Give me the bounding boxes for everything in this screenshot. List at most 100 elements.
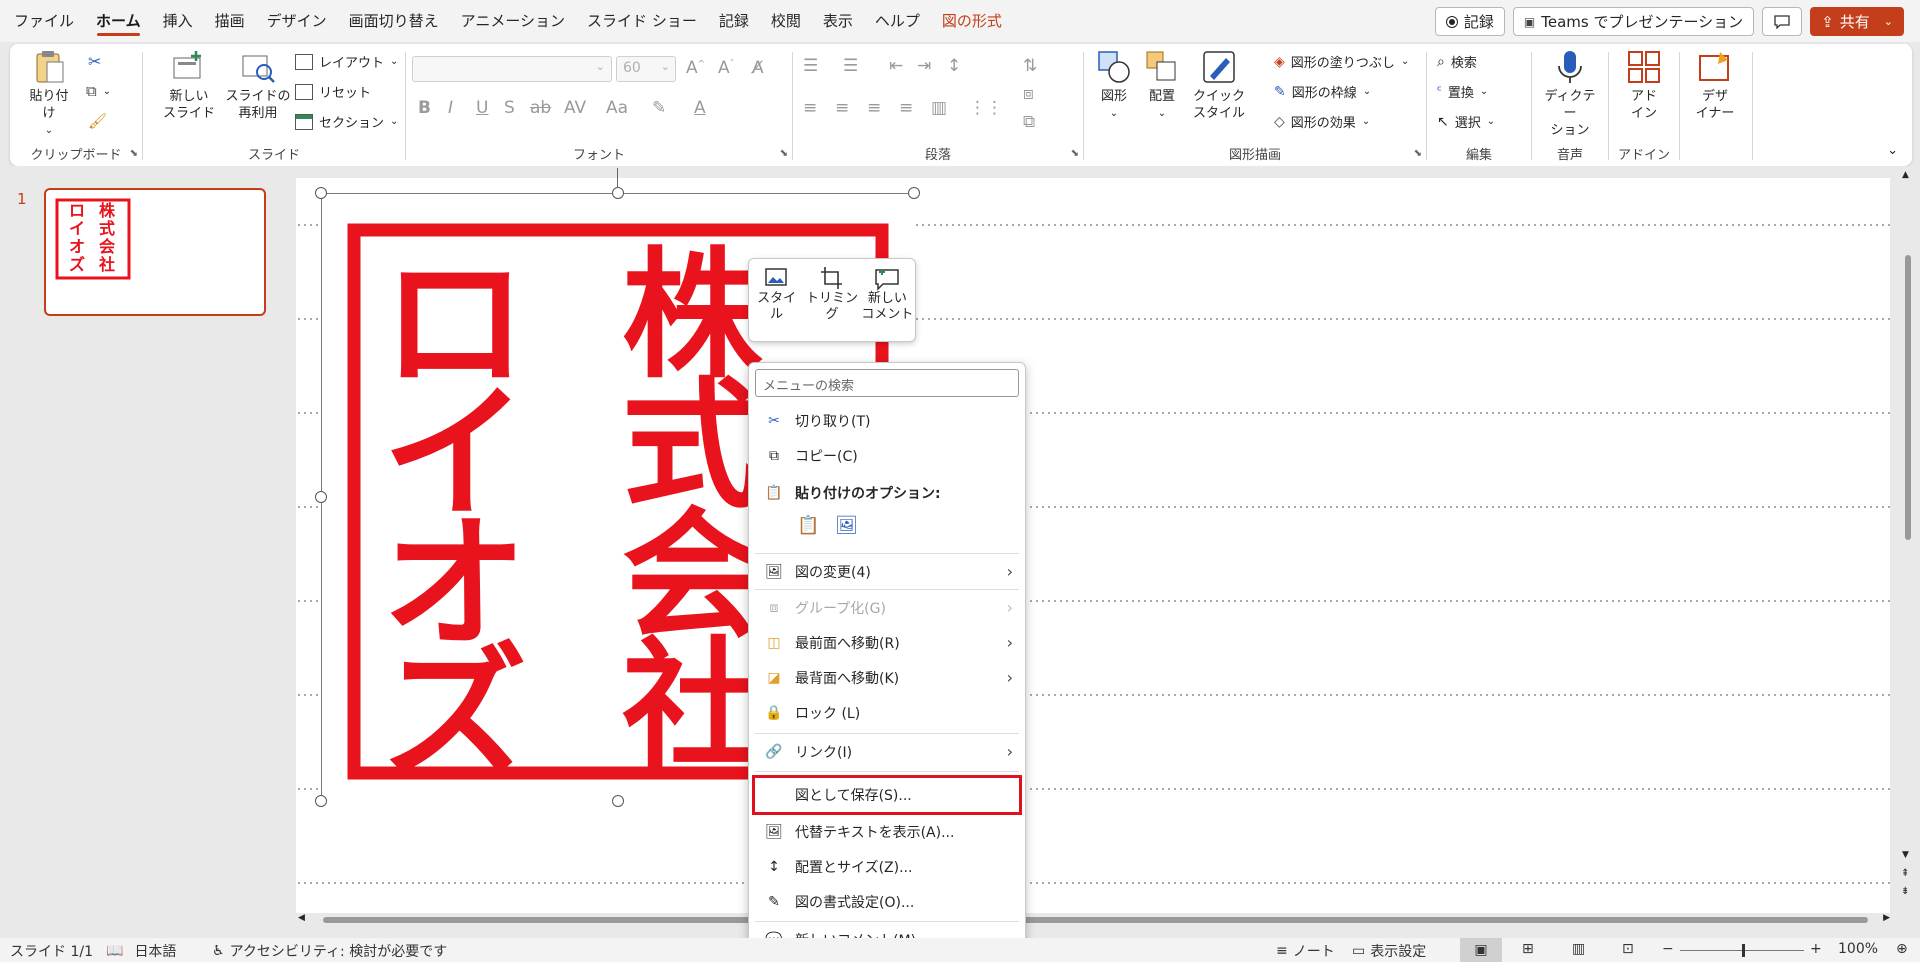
menu-search-input[interactable]: メニューの検索 <box>755 369 1019 397</box>
horizontal-scroll-thumb[interactable] <box>323 917 1868 923</box>
new-comment-mini-button[interactable]: 新しい コメント <box>860 259 915 341</box>
decrease-indent-button[interactable]: ⇤ <box>889 56 903 76</box>
menu-item-lock[interactable]: 🔒 ロック (L) <box>749 696 1025 729</box>
tab-slideshow[interactable]: スライド ショー <box>576 0 708 42</box>
menu-item-send-to-back[interactable]: ◪ 最背面へ移動(K) › <box>749 661 1025 694</box>
font-color-button[interactable]: A <box>694 98 706 118</box>
picture-style-button[interactable]: スタイ ル <box>749 259 804 341</box>
paste-option-picture-icon[interactable]: 🖼 <box>835 515 858 536</box>
designer-button[interactable]: デザ イナー <box>1690 48 1740 122</box>
menu-item-size-position[interactable]: ↕ 配置とサイズ(Z)... <box>749 850 1025 883</box>
rotate-handle-stem[interactable] <box>617 168 618 188</box>
underline-button[interactable]: U <box>476 98 488 118</box>
tab-review[interactable]: 校閲 <box>760 0 812 42</box>
horizontal-scrollbar[interactable]: ◀ ▶ <box>298 912 1890 928</box>
tab-picture-format[interactable]: 図の形式 <box>931 0 1013 42</box>
change-case-button[interactable]: Aa <box>606 98 628 118</box>
slide-thumbnail[interactable]: ロ イ オ ズ 株 式 会 社 <box>44 188 266 316</box>
new-slide-button[interactable]: 新しい スライド <box>161 48 217 122</box>
language-indicator[interactable]: 📖 日本語 <box>106 941 176 961</box>
grow-font-button[interactable]: A^ <box>686 58 705 78</box>
cut-button[interactable]: ✂ <box>88 52 101 71</box>
dialog-launcher-icon[interactable]: ⬊ <box>1414 148 1422 159</box>
reset-button[interactable]: リセット <box>295 82 371 101</box>
notes-button[interactable]: ≡ ノート <box>1276 941 1335 961</box>
dialog-launcher-icon[interactable]: ⬊ <box>130 148 138 159</box>
scroll-down-icon[interactable]: ▼ <box>1902 850 1909 860</box>
menu-item-alt-text[interactable]: 🖼 代替テキストを表示(A)... <box>749 815 1025 848</box>
replace-button[interactable]: ᶜ 置換 ⌄ <box>1437 82 1488 101</box>
collapse-ribbon-icon[interactable]: ⌄ <box>1887 143 1898 158</box>
crop-button[interactable]: トリミング <box>804 259 859 341</box>
dialog-launcher-icon[interactable]: ⬊ <box>780 148 788 159</box>
zoom-slider-thumb[interactable] <box>1742 944 1745 957</box>
shape-outline-button[interactable]: ✎ 図形の枠線 ⌄ <box>1274 82 1371 102</box>
next-slide-icon[interactable]: ⇟ <box>1901 886 1909 897</box>
find-button[interactable]: ⌕ 検索 <box>1437 52 1477 72</box>
scroll-left-icon[interactable]: ◀ <box>298 913 305 923</box>
normal-view-button[interactable]: ▣ <box>1460 938 1502 962</box>
vertical-scrollbar[interactable]: ▲ ▼ ⇞ ⇟ <box>1900 170 1914 910</box>
reading-view-button[interactable]: ▥ <box>1572 941 1585 957</box>
tab-design[interactable]: デザイン <box>256 0 338 42</box>
line-spacing-button[interactable]: ↕ <box>947 56 961 76</box>
highlight-color-button[interactable]: ✎ <box>652 98 666 118</box>
italic-button[interactable]: I <box>448 98 453 118</box>
clear-format-button[interactable]: A̸ <box>752 58 764 78</box>
zoom-level[interactable]: 100% <box>1838 941 1878 957</box>
menu-item-bring-to-front[interactable]: ◫ 最前面へ移動(R) › <box>749 626 1025 659</box>
tab-transitions[interactable]: 画面切り替え <box>338 0 450 42</box>
resize-handle-bottom-left[interactable] <box>315 795 327 807</box>
record-button[interactable]: 記録 <box>1434 7 1505 36</box>
share-button[interactable]: ⇪ 共有 ⌄ <box>1810 7 1904 36</box>
menu-item-change-picture[interactable]: 🖼 図の変更(4) › <box>749 555 1025 588</box>
strikethrough-button[interactable]: ab <box>530 98 551 118</box>
menu-item-format-picture[interactable]: ✎ 図の書式設定(O)... <box>749 885 1025 918</box>
resize-handle-bottom[interactable] <box>612 795 624 807</box>
shape-fill-button[interactable]: ◈ 図形の塗りつぶし ⌄ <box>1274 52 1409 72</box>
shape-effects-button[interactable]: ◇ 図形の効果 ⌄ <box>1274 112 1370 132</box>
shadow-button[interactable]: S <box>504 98 515 118</box>
fit-slide-button[interactable]: ⊕ <box>1896 941 1908 957</box>
scroll-right-icon[interactable]: ▶ <box>1883 913 1890 923</box>
align-right-button[interactable]: ≡ <box>867 98 881 118</box>
accessibility-indicator[interactable]: ♿ アクセシビリティ: 検討が必要です <box>212 941 447 961</box>
smartart-button[interactable]: ⧉ <box>1023 112 1035 132</box>
arrange-button[interactable]: 配置 ⌄ <box>1140 48 1184 122</box>
resize-handle-top-right[interactable] <box>908 187 920 199</box>
resize-handle-top-left[interactable] <box>315 187 327 199</box>
tab-file[interactable]: ファイル <box>3 0 85 42</box>
char-spacing-button[interactable]: AV <box>564 98 586 118</box>
font-name-combo[interactable]: ⌄ <box>412 56 612 82</box>
dialog-launcher-icon[interactable]: ⬊ <box>1071 148 1079 159</box>
font-size-combo[interactable]: 60 ⌄ <box>616 56 676 82</box>
align-text-button[interactable]: ⧈ <box>1023 84 1034 104</box>
select-button[interactable]: ↖ 選択 ⌄ <box>1437 112 1495 132</box>
tab-help[interactable]: ヘルプ <box>864 0 931 42</box>
shrink-font-button[interactable]: Aˇ <box>718 58 734 78</box>
distributed-button[interactable]: ▥ <box>931 98 947 118</box>
tab-view[interactable]: 表示 <box>812 0 864 42</box>
resize-handle-top[interactable] <box>612 187 624 199</box>
section-button[interactable]: セクション ⌄ <box>295 112 398 131</box>
tab-home[interactable]: ホーム <box>85 0 152 42</box>
align-left-button[interactable]: ≡ <box>803 98 817 118</box>
dictate-button[interactable]: ディクテー ション <box>1538 48 1602 139</box>
align-center-button[interactable]: ≡ <box>835 98 849 118</box>
bullets-button[interactable]: ☰ <box>803 56 818 76</box>
tab-draw[interactable]: 描画 <box>204 0 256 42</box>
quick-styles-button[interactable]: クイック スタイル <box>1190 48 1248 122</box>
paste-option-keep-format-icon[interactable]: 📋 <box>797 515 819 536</box>
justify-button[interactable]: ≡ <box>899 98 913 118</box>
format-painter-button[interactable]: 🖌 <box>88 112 107 130</box>
slideshow-button[interactable]: ⊡ <box>1622 941 1634 957</box>
scroll-up-icon[interactable]: ▲ <box>1902 170 1909 180</box>
bold-button[interactable]: B <box>418 98 431 118</box>
text-direction-button[interactable]: ⇅ <box>1023 56 1037 76</box>
layout-button[interactable]: レイアウト ⌄ <box>295 52 398 71</box>
tab-insert[interactable]: 挿入 <box>152 0 204 42</box>
zoom-slider[interactable] <box>1680 944 1804 957</box>
vertical-scroll-thumb[interactable] <box>1905 255 1911 540</box>
menu-item-group[interactable]: ⧈ グループ化(G) › <box>749 591 1025 624</box>
increase-indent-button[interactable]: ⇥ <box>917 56 931 76</box>
